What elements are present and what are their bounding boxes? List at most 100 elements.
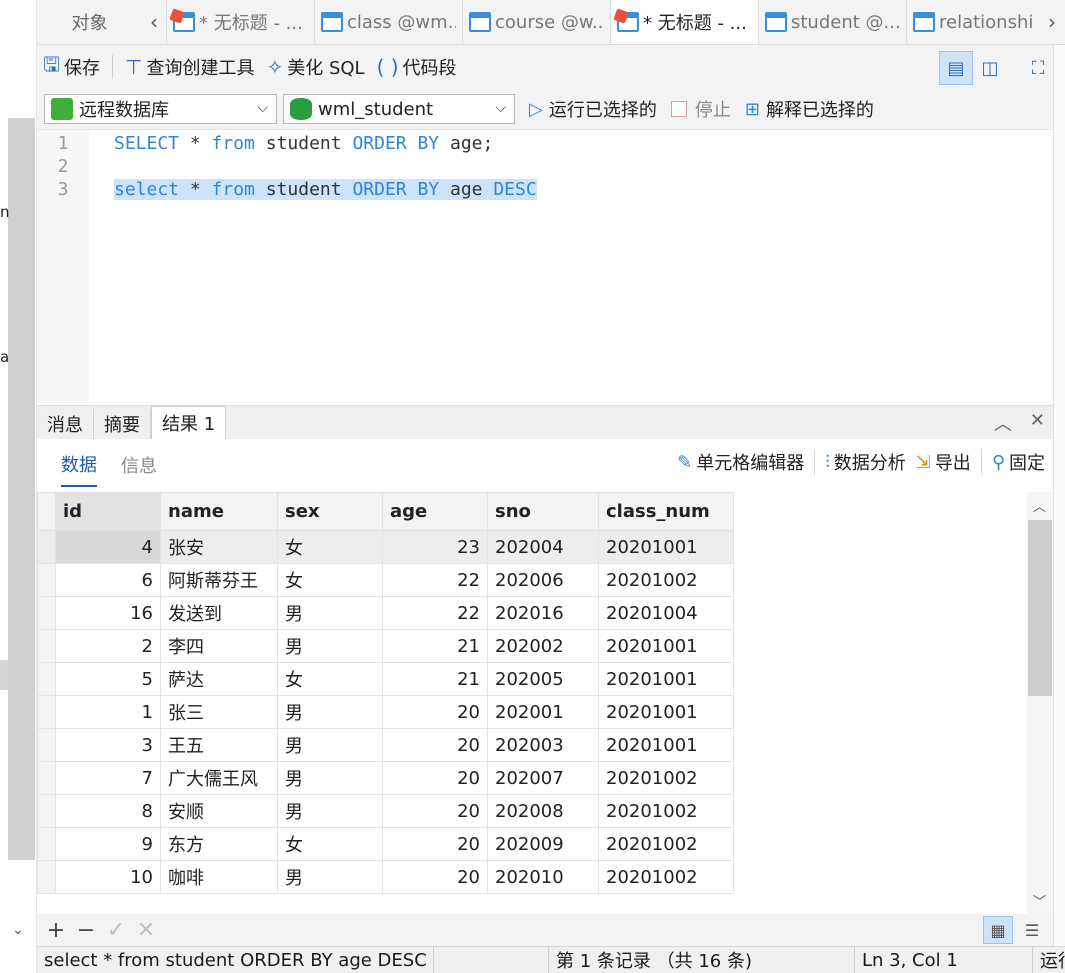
cell-sno[interactable]: 202005 bbox=[487, 662, 599, 696]
chevron-right-icon[interactable]: › bbox=[1040, 0, 1064, 44]
cell-id[interactable]: 3 bbox=[55, 728, 161, 762]
tab-info[interactable]: 信息 bbox=[121, 444, 157, 486]
tab-messages[interactable]: 消息 bbox=[37, 409, 94, 439]
cell-class-num[interactable]: 20201002 bbox=[598, 860, 734, 894]
cell-name[interactable]: 张安 bbox=[160, 530, 278, 564]
tab-untitled-query-1[interactable]: * 无标题 - ... bbox=[166, 0, 314, 44]
cell-id[interactable]: 16 bbox=[55, 596, 161, 630]
cell-age[interactable]: 20 bbox=[382, 728, 488, 762]
cell-name[interactable]: 王五 bbox=[160, 728, 278, 762]
tab-objects[interactable]: 对象 bbox=[37, 0, 142, 44]
cell-class-num[interactable]: 20201001 bbox=[598, 662, 734, 696]
close-icon[interactable]: ✕ bbox=[1030, 410, 1045, 436]
table-row[interactable]: 16 发送到男 22 202016 20201004 bbox=[37, 596, 734, 630]
table-row[interactable]: 1 张三男 20 202001 20201001 bbox=[37, 695, 734, 729]
tab-relationship[interactable]: relationshi... bbox=[906, 0, 1040, 44]
left-panel-scrollbar[interactable] bbox=[8, 118, 35, 860]
cell-sex[interactable]: 女 bbox=[277, 530, 383, 564]
column-header-sno[interactable]: sno bbox=[487, 492, 599, 531]
row-header[interactable] bbox=[37, 530, 56, 564]
cell-class-num[interactable]: 20201002 bbox=[598, 827, 734, 861]
tab-summary[interactable]: 摘要 bbox=[94, 409, 151, 439]
split-horizontal-icon[interactable]: ▤ bbox=[939, 51, 973, 85]
table-row[interactable]: 7 广大儒王风男 20 202007 20201002 bbox=[37, 761, 734, 795]
row-header[interactable] bbox=[37, 794, 56, 828]
cell-sno[interactable]: 202002 bbox=[487, 629, 599, 663]
cell-class-num[interactable]: 20201002 bbox=[598, 761, 734, 795]
cell-id[interactable]: 8 bbox=[55, 794, 161, 828]
cell-sno[interactable]: 202003 bbox=[487, 728, 599, 762]
cell-sex[interactable]: 女 bbox=[277, 662, 383, 696]
tab-untitled-query-active[interactable]: * 无标题 - ... bbox=[610, 0, 758, 44]
apply-check-icon[interactable]: ✓ bbox=[105, 918, 127, 943]
cell-name[interactable]: 李四 bbox=[160, 629, 278, 663]
collapse-icon[interactable]: ︿ bbox=[994, 410, 1012, 436]
cell-sno[interactable]: 202007 bbox=[487, 761, 599, 795]
cell-id[interactable]: 10 bbox=[55, 860, 161, 894]
editor-line[interactable]: 3 select * from student ORDER BY age DES… bbox=[37, 179, 537, 203]
connection-select[interactable]: 远程数据库 ⌵ bbox=[44, 94, 277, 124]
editor-line[interactable]: 1 SELECT * from student ORDER BY age; bbox=[37, 133, 494, 157]
cell-sex[interactable]: 男 bbox=[277, 629, 383, 663]
discard-x-icon[interactable]: ✕ bbox=[135, 918, 157, 943]
cell-name[interactable]: 安顺 bbox=[160, 794, 278, 828]
cell-age[interactable]: 20 bbox=[382, 860, 488, 894]
cell-id[interactable]: 6 bbox=[55, 563, 161, 597]
cell-name[interactable]: 东方 bbox=[160, 827, 278, 861]
cell-name[interactable]: 咖啡 bbox=[160, 860, 278, 894]
column-header-sex[interactable]: sex bbox=[277, 492, 383, 531]
cell-editor-button[interactable]: ✎ 单元格编辑器 bbox=[677, 449, 804, 475]
run-selected-button[interactable]: ▷ 运行已选择的 bbox=[529, 96, 657, 122]
form-view-icon[interactable]: ☰ bbox=[1017, 916, 1047, 944]
cell-sex[interactable]: 男 bbox=[277, 860, 383, 894]
cell-id[interactable]: 4 bbox=[55, 530, 161, 564]
cell-sno[interactable]: 202016 bbox=[487, 596, 599, 630]
result-grid[interactable]: id name sex age sno class_num 4 张安女 23 2020… bbox=[37, 492, 1027, 914]
query-builder-button[interactable]: ⊤ 查询创建工具 bbox=[119, 51, 260, 83]
cell-name[interactable]: 阿斯蒂芬王 bbox=[160, 563, 278, 597]
row-header[interactable] bbox=[37, 860, 56, 894]
cell-id[interactable]: 7 bbox=[55, 761, 161, 795]
row-header[interactable] bbox=[37, 563, 56, 597]
data-analysis-button[interactable]: ⫶ 数据分析 bbox=[825, 449, 906, 475]
cell-class-num[interactable]: 20201001 bbox=[598, 629, 734, 663]
row-header[interactable] bbox=[37, 827, 56, 861]
cell-id[interactable]: 1 bbox=[55, 695, 161, 729]
cell-age[interactable]: 23 bbox=[382, 530, 488, 564]
cell-name[interactable]: 萨达 bbox=[160, 662, 278, 696]
row-header[interactable] bbox=[37, 728, 56, 762]
cell-name[interactable]: 张三 bbox=[160, 695, 278, 729]
export-button[interactable]: ⇲ 导出 bbox=[916, 449, 971, 475]
cell-sex[interactable]: 女 bbox=[277, 827, 383, 861]
stop-button[interactable]: 停止 bbox=[670, 96, 731, 122]
table-row[interactable]: 2 李四男 21 202002 20201001 bbox=[37, 629, 734, 663]
explain-selected-button[interactable]: ⊞ 解释已选择的 bbox=[745, 96, 874, 122]
row-header[interactable] bbox=[37, 662, 56, 696]
cell-class-num[interactable]: 20201001 bbox=[598, 728, 734, 762]
cell-sno[interactable]: 202010 bbox=[487, 860, 599, 894]
cell-sex[interactable]: 男 bbox=[277, 794, 383, 828]
row-header[interactable] bbox=[37, 629, 56, 663]
beautify-sql-button[interactable]: ✧ 美化 SQL bbox=[260, 51, 370, 83]
scrollbar-thumb[interactable] bbox=[1028, 520, 1052, 696]
grid-view-icon[interactable]: ▦ bbox=[983, 916, 1013, 944]
column-header-id[interactable]: id bbox=[55, 492, 161, 531]
add-row-icon[interactable]: + bbox=[45, 918, 67, 943]
delete-row-icon[interactable]: − bbox=[75, 918, 97, 943]
table-row[interactable]: 8 安顺男 20 202008 20201002 bbox=[37, 794, 734, 828]
table-row[interactable]: 6 阿斯蒂芬王女 22 202006 20201002 bbox=[37, 563, 734, 597]
tab-data[interactable]: 数据 bbox=[61, 443, 97, 487]
cell-sex[interactable]: 男 bbox=[277, 695, 383, 729]
cell-sno[interactable]: 202004 bbox=[487, 530, 599, 564]
cell-sno[interactable]: 202006 bbox=[487, 563, 599, 597]
code-snippet-button[interactable]: ( ) 代码段 bbox=[371, 51, 463, 83]
cell-sex[interactable]: 男 bbox=[277, 761, 383, 795]
fullscreen-icon[interactable]: ⛶ bbox=[1021, 51, 1055, 85]
cell-age[interactable]: 20 bbox=[382, 695, 488, 729]
tab-student[interactable]: student @... bbox=[758, 0, 906, 44]
row-header[interactable] bbox=[37, 761, 56, 795]
cell-class-num[interactable]: 20201004 bbox=[598, 596, 734, 630]
row-header[interactable] bbox=[37, 596, 56, 630]
cell-id[interactable]: 9 bbox=[55, 827, 161, 861]
save-button[interactable]: 🖫 保存 bbox=[37, 51, 106, 83]
